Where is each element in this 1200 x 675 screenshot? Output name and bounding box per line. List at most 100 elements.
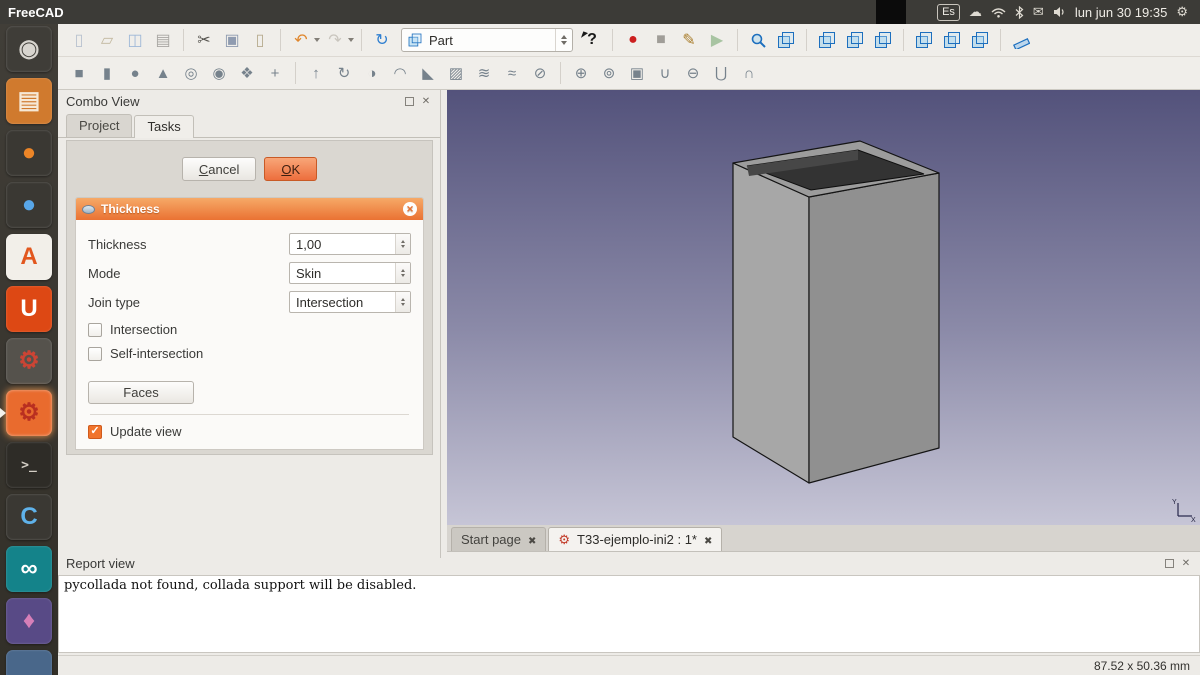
launcher-terminal[interactable]: >_ <box>6 442 52 488</box>
part-sphere-button[interactable]: ● <box>122 60 148 86</box>
launcher-web-browser[interactable]: ● <box>6 182 52 228</box>
part-extrude-button[interactable]: ↑ <box>303 60 329 86</box>
measure-distance-button[interactable] <box>1008 27 1034 53</box>
report-view-log[interactable]: pycollada not found, collada support wil… <box>58 575 1200 653</box>
copy-button[interactable]: ▣ <box>219 27 245 53</box>
undo-button[interactable]: ↶ <box>288 27 314 53</box>
axonometric-view-button[interactable] <box>773 27 799 53</box>
report-close-button[interactable] <box>1180 558 1192 570</box>
part-thickness-button[interactable]: ▣ <box>624 60 650 86</box>
macro-toolbar-group: ●■✎▶ <box>620 27 730 53</box>
ok-button[interactable]: OK <box>264 157 317 181</box>
view-top-button[interactable] <box>842 27 868 53</box>
panel-float-button[interactable] <box>405 97 414 106</box>
tab-project[interactable]: Project <box>66 114 132 137</box>
cut-button[interactable]: ✂ <box>191 27 217 53</box>
clock[interactable]: lun jun 30 19:35 <box>1075 5 1168 20</box>
undo-dropdown-icon[interactable] <box>314 38 320 42</box>
redo-button[interactable]: ↷ <box>322 27 348 53</box>
launcher-files[interactable]: ▤ <box>6 78 52 124</box>
view-left-button[interactable] <box>967 27 993 53</box>
panel-close-button[interactable] <box>420 95 432 107</box>
part-sweep-button[interactable]: ≈ <box>499 60 525 86</box>
task-close-icon[interactable] <box>403 202 417 216</box>
new-document-button[interactable]: ▯ <box>66 27 92 53</box>
view-right-button[interactable] <box>870 27 896 53</box>
part-fuse-button[interactable]: ⋃ <box>708 60 734 86</box>
launcher-freecad[interactable]: ⚙ <box>6 390 52 436</box>
launcher-dash-home[interactable]: ◉ <box>6 26 52 72</box>
launcher-c-application[interactable]: C <box>6 494 52 540</box>
tab-tasks[interactable]: Tasks <box>134 115 193 138</box>
faces-button[interactable]: Faces <box>88 381 194 404</box>
keyboard-layout-indicator[interactable]: Es <box>937 4 960 21</box>
part-fillet-button[interactable]: ◠ <box>387 60 413 86</box>
launcher-system-tools[interactable]: ⚙ <box>6 338 52 384</box>
part-create-primitives-button[interactable]: ❖ <box>234 60 260 86</box>
part-loft-button[interactable]: ≋ <box>471 60 497 86</box>
update-view-checkbox[interactable] <box>88 425 102 439</box>
volume-icon[interactable] <box>1053 6 1066 18</box>
bluetooth-icon[interactable] <box>1015 6 1024 19</box>
cloud-sync-icon[interactable]: ☁ <box>969 4 982 20</box>
print-button[interactable]: ▤ <box>150 27 176 53</box>
launcher-hidden-app[interactable] <box>6 650 52 675</box>
combobox-arrows-icon[interactable] <box>395 292 410 312</box>
macro-record-button[interactable]: ● <box>620 27 646 53</box>
combo-spin-arrows-icon[interactable] <box>555 29 567 51</box>
refresh-button[interactable]: ↻ <box>369 27 395 53</box>
part-common-button[interactable]: ∩ <box>736 60 762 86</box>
view-bottom-button[interactable] <box>939 27 965 53</box>
part-chamfer-button[interactable]: ◣ <box>415 60 441 86</box>
part-section-button[interactable]: ⊘ <box>527 60 553 86</box>
launcher-ubuntu-software[interactable]: A <box>6 234 52 280</box>
tab-close-icon[interactable] <box>528 532 536 547</box>
3d-viewport[interactable]: Y X <box>447 90 1200 525</box>
session-gear-icon[interactable]: ⚙ <box>1176 4 1188 20</box>
paste-button[interactable]: ▯ <box>247 27 273 53</box>
part-ruled-surface-button[interactable]: ▨ <box>443 60 469 86</box>
open-document-button[interactable]: ▱ <box>94 27 120 53</box>
launcher-ubuntu-one[interactable]: U <box>6 286 52 332</box>
combobox-arrows-icon[interactable] <box>395 263 410 283</box>
macro-stop-button[interactable]: ■ <box>648 27 674 53</box>
thickness-spinbox[interactable] <box>289 233 411 255</box>
join-type-combobox[interactable]: Intersection <box>289 291 411 313</box>
workbench-selector[interactable]: Part <box>401 28 573 52</box>
part-shape-builder-button[interactable]: + <box>262 60 288 86</box>
spinbox-arrows-icon[interactable] <box>395 234 410 254</box>
part-offset-button[interactable]: ⊚ <box>596 60 622 86</box>
macro-play-button[interactable]: ▶ <box>704 27 730 53</box>
part-cross-sections-button[interactable]: ⊕ <box>568 60 594 86</box>
view-front-button[interactable] <box>814 27 840 53</box>
redo-dropdown-icon[interactable] <box>348 38 354 42</box>
tab-document[interactable]: ⚙ T33-ejemplo-ini2 : 1* <box>548 527 722 551</box>
save-document-button[interactable]: ◫ <box>122 27 148 53</box>
part-cylinder-button[interactable]: ▮ <box>94 60 120 86</box>
launcher-arduino[interactable]: ∞ <box>6 546 52 592</box>
report-float-button[interactable] <box>1165 559 1174 568</box>
launcher-firefox[interactable]: ● <box>6 130 52 176</box>
cancel-button[interactable]: Cancel <box>182 157 256 181</box>
part-box-button[interactable]: ■ <box>66 60 92 86</box>
part-revolve-button[interactable]: ↻ <box>331 60 357 86</box>
part-cut-button[interactable]: ⊖ <box>680 60 706 86</box>
view-rear-button[interactable] <box>911 27 937 53</box>
part-mirror-button[interactable]: ◑ <box>359 60 385 86</box>
tab-start-page[interactable]: Start page <box>451 527 546 551</box>
zoom-button[interactable] <box>745 27 771 53</box>
whats-this-button[interactable]: ? <box>579 27 605 53</box>
intersection-checkbox[interactable] <box>88 323 102 337</box>
thickness-input[interactable] <box>296 237 386 252</box>
macro-edit-button[interactable]: ✎ <box>676 27 702 53</box>
wifi-icon[interactable] <box>991 7 1006 18</box>
part-boolean-button[interactable]: ∪ <box>652 60 678 86</box>
part-torus-button[interactable]: ◎ <box>178 60 204 86</box>
self-intersection-checkbox[interactable] <box>88 347 102 361</box>
mail-icon[interactable]: ✉ <box>1033 4 1044 20</box>
tab-close-icon[interactable] <box>704 532 712 547</box>
part-cone-button[interactable]: ▲ <box>150 60 176 86</box>
mode-combobox[interactable]: Skin <box>289 262 411 284</box>
part-tube-button[interactable]: ◉ <box>206 60 232 86</box>
launcher-media-app[interactable]: ♦ <box>6 598 52 644</box>
